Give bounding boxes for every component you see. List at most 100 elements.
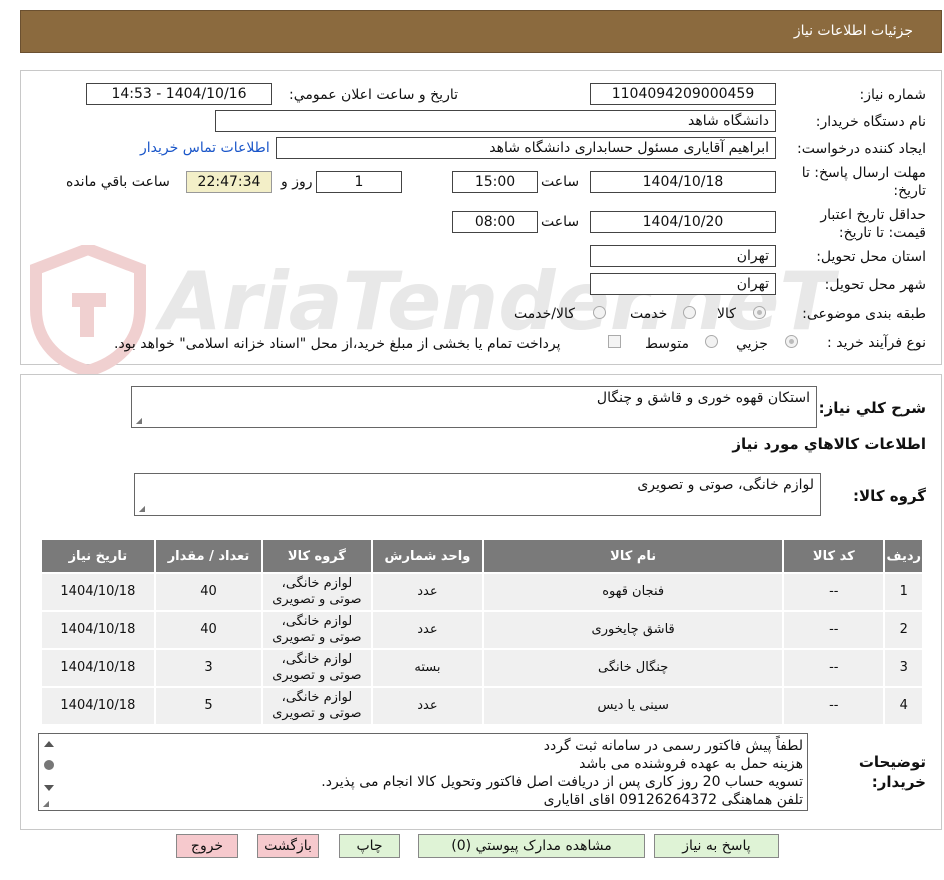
buyer-notes-line: تسویه حساب 20 روز کاری پس از دریافت اصل … [321, 774, 803, 790]
table-row: 3 -- چنگال خانگی بسته لوازم خانگی، صوتی … [40, 648, 924, 688]
table-cell: لوازم خانگی، صوتی و تصویری [261, 648, 373, 688]
table-cell: 40 [153, 610, 264, 650]
need-number-label: شماره نياز: [859, 87, 927, 103]
table-cell: بسته [370, 648, 485, 688]
table-cell: 1404/10/18 [40, 648, 156, 688]
reply-button[interactable]: پاسخ به نياز [654, 834, 779, 858]
goods-group-textarea[interactable]: لوازم خانگی، صوتی و تصویری ◢ [134, 473, 821, 516]
notes-scrollbar[interactable] [40, 735, 58, 809]
table-cell: عدد [370, 572, 485, 612]
price-validity-time-field: 08:00 [452, 211, 538, 233]
category-goods-service-label: کالا/خدمت [514, 306, 575, 322]
remaining-time-field: 22:47:34 [186, 171, 272, 193]
table-cell: چنگال خانگی [482, 648, 785, 688]
announce-datetime-label: تاريخ و ساعت اعلان عمومي: [289, 87, 458, 103]
need-description-text: استکان قهوه خوری و قاشق و چنگال [596, 390, 810, 406]
need-description-textarea[interactable]: استکان قهوه خوری و قاشق و چنگال ◢ [131, 386, 817, 428]
items-table: رديف کد کالا نام کالا واحد شمارش گروه کا… [40, 538, 924, 726]
print-button[interactable]: چاپ [339, 834, 400, 858]
deadline-time-label: ساعت [541, 174, 580, 190]
buyer-org-field: دانشگاه شاهد [215, 110, 776, 132]
table-cell: 1 [883, 572, 924, 612]
table-cell: -- [782, 572, 886, 612]
creator-label: ايجاد کننده درخواست: [797, 141, 926, 157]
page-title: جزئيات اطلاعات نياز [793, 23, 913, 39]
col-item-name: نام کالا [482, 538, 785, 574]
table-cell: عدد [370, 686, 485, 726]
col-item-code: کد کالا [782, 538, 886, 574]
table-cell: 4 [883, 686, 924, 726]
category-goods-radio[interactable] [753, 306, 766, 319]
process-medium-radio[interactable] [705, 335, 718, 348]
price-validity-label: حداقل تاريخ اعتبار قيمت: تا تاريخ: [820, 207, 926, 241]
need-description-label: شرح کلي نياز: [818, 399, 926, 417]
process-type-label: نوع فرآيند خريد : [827, 335, 926, 351]
table-cell: -- [782, 610, 886, 650]
back-button[interactable]: بازگشت [257, 834, 319, 858]
view-attachments-button[interactable]: مشاهده مدارک پيوستي (0) [418, 834, 645, 858]
buyer-notes-label: توضيحات خريدار: [858, 753, 926, 791]
table-cell: سینی یا دیس [482, 686, 785, 726]
goods-group-text: لوازم خانگی، صوتی و تصویری [637, 477, 814, 493]
col-need-date: تاريخ نياز [40, 538, 156, 574]
table-row: 1 -- فنجان قهوه عدد لوازم خانگی، صوتی و … [40, 572, 924, 612]
buyer-notes-line: تلفن هماهنگی 09126264372 اقای اقایاری [543, 792, 803, 808]
col-quantity: تعداد / مقدار [153, 538, 264, 574]
process-medium-label: متوسط [645, 336, 689, 352]
table-row: 2 -- قاشق چایخوری عدد لوازم خانگی، صوتی … [40, 610, 924, 650]
category-service-radio[interactable] [683, 306, 696, 319]
category-goods-label: کالا [717, 306, 736, 322]
table-cell: فنجان قهوه [482, 572, 785, 612]
remaining-time-label: ساعت باقي مانده [66, 174, 170, 190]
table-cell: عدد [370, 610, 485, 650]
treasury-payment-checkbox[interactable] [608, 335, 621, 348]
treasury-payment-label: پرداخت تمام يا بخشی از مبلغ خريد،از محل … [114, 336, 561, 352]
buyer-org-label: نام دستگاه خريدار: [815, 114, 926, 130]
table-cell: 2 [883, 610, 924, 650]
category-service-label: خدمت [630, 306, 668, 322]
city-field: تهران [590, 273, 776, 295]
goods-group-label: گروه کالا: [853, 487, 926, 505]
exit-button[interactable]: خروج [176, 834, 238, 858]
table-cell: 3 [883, 648, 924, 688]
deadline-label: مهلت ارسال پاسخ: تا تاريخ: [801, 165, 926, 199]
col-unit: واحد شمارش [370, 538, 485, 574]
watermark-logo-icon [28, 242, 148, 378]
price-validity-time-label: ساعت [541, 214, 580, 230]
table-cell: 1404/10/18 [40, 572, 156, 612]
watermark-text: AriaTender.neT [160, 255, 834, 348]
price-validity-date-field: 1404/10/20 [590, 211, 776, 233]
deadline-time-field: 15:00 [452, 171, 538, 193]
deadline-date-field: 1404/10/18 [590, 171, 776, 193]
table-cell: -- [782, 648, 886, 688]
col-row-number: رديف [883, 538, 924, 574]
table-header-row: رديف کد کالا نام کالا واحد شمارش گروه کا… [40, 538, 924, 574]
buyer-notes-textarea[interactable]: لطفاً پیش فاکتور رسمی در سامانه ثبت گردد… [38, 733, 808, 811]
col-goods-group: گروه کالا [261, 538, 373, 574]
province-field: تهران [590, 245, 776, 267]
resize-grip-icon[interactable]: ◢ [134, 417, 142, 425]
process-minor-label: جزيي [736, 336, 768, 352]
category-goods-service-radio[interactable] [593, 306, 606, 319]
announce-datetime-field: 1404/10/16 - 14:53 [86, 83, 272, 105]
table-cell: 40 [153, 572, 264, 612]
table-cell: -- [782, 686, 886, 726]
buyer-notes-line: هزینه حمل به عهده فروشنده می باشد [579, 756, 803, 772]
need-number-field: 1104094209000459 [590, 83, 776, 105]
table-cell: لوازم خانگی، صوتی و تصویری [261, 572, 373, 612]
table-cell: 1404/10/18 [40, 610, 156, 650]
resize-grip-icon[interactable]: ◢ [137, 505, 145, 513]
days-remaining-field: 1 [316, 171, 402, 193]
buyer-notes-line: لطفاً پیش فاکتور رسمی در سامانه ثبت گردد [543, 738, 803, 754]
city-label: شهر محل تحويل: [824, 277, 926, 293]
province-label: استان محل تحويل: [816, 249, 926, 265]
table-row: 4 -- سینی یا دیس عدد لوازم خانگی، صوتی و… [40, 686, 924, 726]
days-label: روز و [281, 174, 313, 190]
buyer-contact-link[interactable]: اطلاعات تماس خريدار [140, 140, 270, 156]
process-minor-radio[interactable] [785, 335, 798, 348]
goods-info-title: اطلاعات کالاهاي مورد نياز [732, 435, 926, 453]
resize-grip-icon[interactable]: ◢ [41, 800, 49, 808]
table-cell: 3 [153, 648, 264, 688]
table-cell: قاشق چایخوری [482, 610, 785, 650]
table-cell: لوازم خانگی، صوتی و تصویری [261, 686, 373, 726]
